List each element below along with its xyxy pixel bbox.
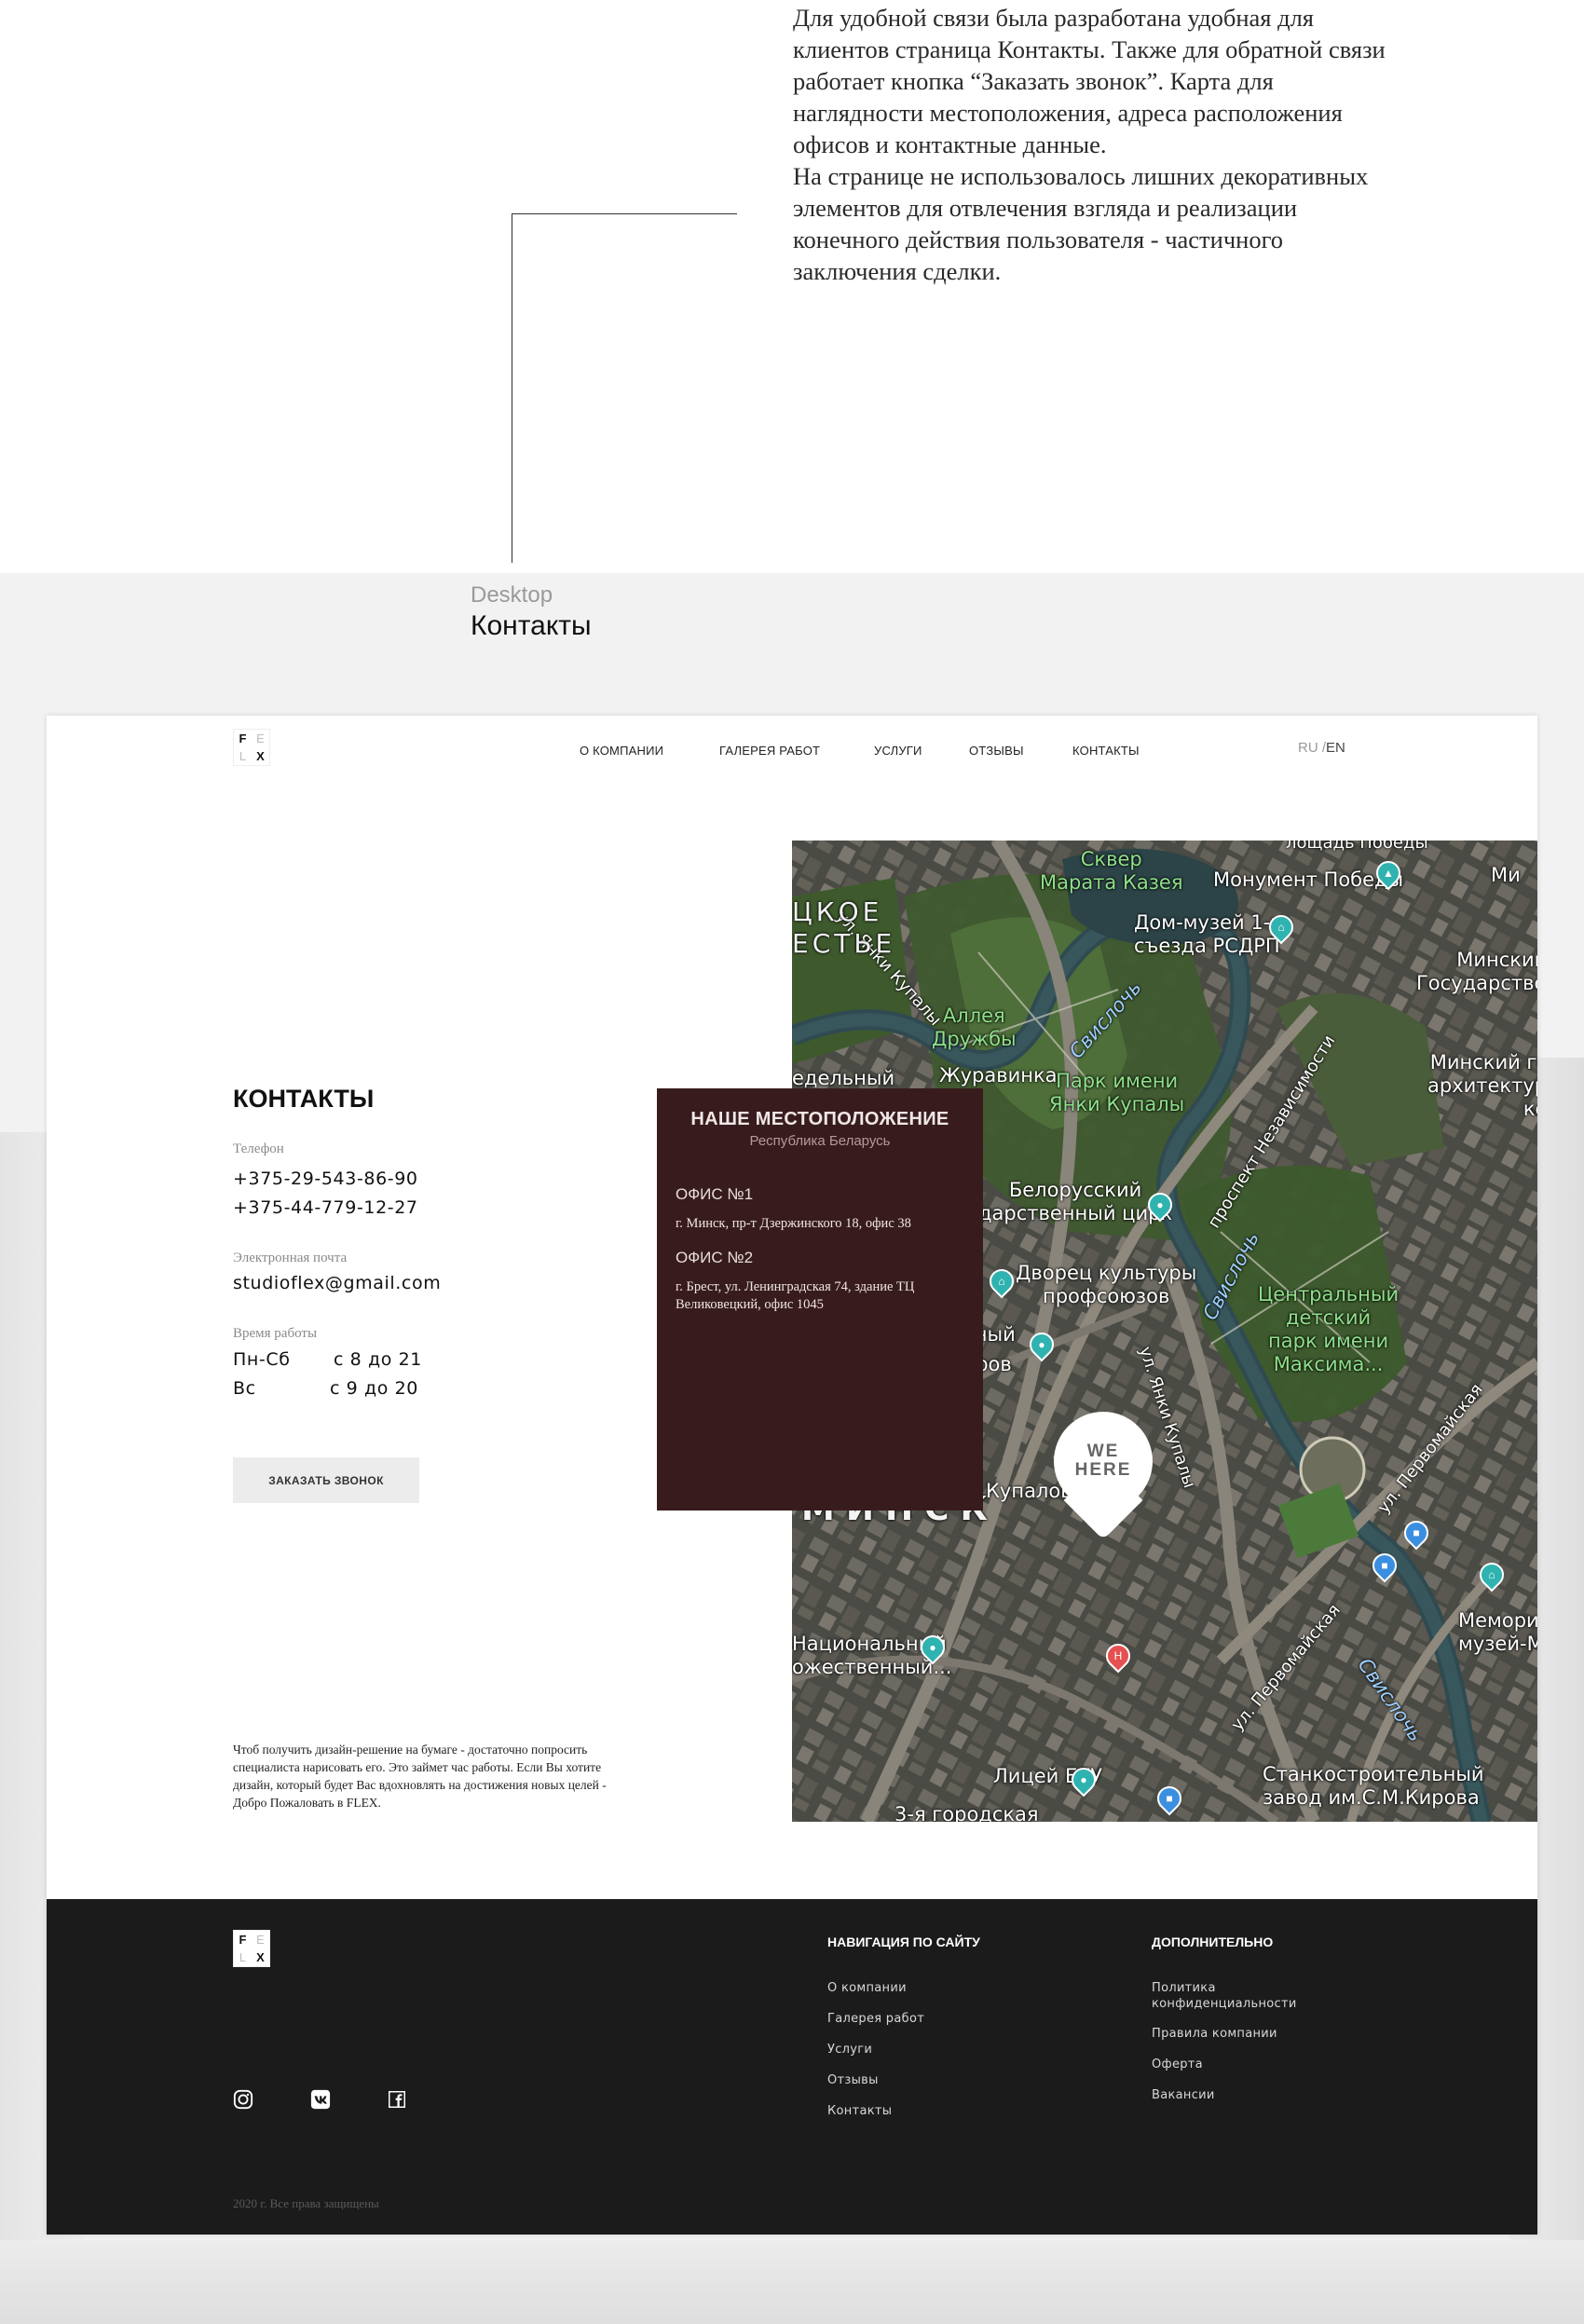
footer-nav-gallery[interactable]: Галерея работ <box>827 2011 1014 2027</box>
office-2-address: г. Брест, ул. Ленинградская 74, здание Т… <box>676 1279 915 1312</box>
map-pin-icon: ● <box>929 1641 936 1654</box>
logo-letter-l: L <box>239 1950 247 1964</box>
hours-label: Время работы <box>233 1326 318 1341</box>
phone-1[interactable]: +375-29-543-86-90 <box>233 1169 418 1189</box>
map-pin-icon: ■ <box>1381 1559 1388 1572</box>
map-pin-icon: ■ <box>1166 1792 1173 1805</box>
hours-time-1: с 8 до 21 <box>334 1349 422 1370</box>
map-pin-icon: ⌂ <box>1488 1568 1495 1581</box>
footer-privacy-policy[interactable]: Политика конфиденциальности <box>1152 1980 1329 2012</box>
map-label-edelny: едельный <box>792 1067 895 1089</box>
footer-nav-reviews[interactable]: Отзывы <box>827 2072 1014 2088</box>
lang-separator: / <box>1318 740 1327 756</box>
map-pin-icon: ⌂ <box>1277 921 1285 934</box>
vk-icon[interactable] <box>310 2089 331 2110</box>
map-label-park-kupaly: Парк имени Янки Купалы <box>1049 1070 1185 1115</box>
footer-nav-services[interactable]: Услуги <box>827 2042 1014 2057</box>
intro-paragraph-2: На странице не использовалось лишних дек… <box>793 162 1369 285</box>
location-card: НАШЕ МЕСТОПОЛОЖЕНИЕ Республика Беларусь … <box>657 1088 983 1511</box>
map-label-zhuravinka: Журавинка <box>939 1064 1058 1087</box>
website-mockup: F E L X О КОМПАНИИ ГАЛЕРЕЯ РАБОТ УСЛУГИ … <box>47 716 1537 2235</box>
map-label-pobedy: лощадь Победы <box>1286 841 1428 853</box>
decor-line-horizontal <box>512 213 737 214</box>
nav-item-contacts[interactable]: КОНТАКТЫ <box>1072 744 1140 758</box>
intro-paragraph-1: Для удобной связи была разработана удобн… <box>793 4 1386 158</box>
hours-days-2: Вс <box>233 1378 256 1399</box>
map-pin-icon: ▲ <box>1383 867 1394 880</box>
map-pin-icon: ■ <box>1413 1526 1420 1539</box>
map-label-mi: Ми <box>1491 864 1521 886</box>
map-label-alley: Аллея Дружбы <box>932 1005 1017 1050</box>
nav-item-gallery[interactable]: ГАЛЕРЕЯ РАБОТ <box>719 744 820 758</box>
we-here-line-2: HERE <box>1074 1460 1132 1480</box>
footer-nav-title: НАВИГАЦИЯ ПО САЙТУ <box>827 1934 980 1949</box>
footer-extra-title: ДОПОЛНИТЕЛЬНО <box>1152 1934 1274 1949</box>
phone-label: Телефон <box>233 1141 284 1156</box>
map-label-district: ЦКОЕ ЕСТЬЕ <box>792 896 896 959</box>
footer-nav-about[interactable]: О компании <box>827 1980 1014 1996</box>
map-label-memorial: Мемориа музей-Мас <box>1458 1609 1537 1655</box>
footer-logo[interactable]: F E L X <box>233 1930 270 1967</box>
lang-en[interactable]: EN <box>1326 740 1345 756</box>
nav-item-about[interactable]: О КОМПАНИИ <box>580 744 663 758</box>
footer-offer[interactable]: Оферта <box>1152 2057 1338 2072</box>
footer-company-rules[interactable]: Правила компании <box>1152 2026 1338 2042</box>
office-1-title: ОФИС №1 <box>676 1185 754 1203</box>
footer-nav-contacts[interactable]: Контакты <box>827 2103 1014 2119</box>
intro-text: Для удобной связи была разработана удобн… <box>793 2 1408 287</box>
we-here-marker[interactable]: WE HERE <box>1054 1412 1153 1511</box>
contacts-title: КОНТАКТЫ <box>233 1085 375 1113</box>
map-label-house-museum: Дом-музей 1-го съезда РСДРП <box>1134 911 1292 957</box>
map-label-central-park: Центральный детский парк имени Максима..… <box>1258 1283 1400 1375</box>
office-1-address: г. Минск, пр-т Дзержинского 18, офис 38 <box>676 1216 911 1231</box>
map-pin-icon: H <box>1113 1649 1123 1662</box>
we-here-line-1: WE <box>1086 1442 1120 1461</box>
hours-row-2: Вс с 9 до 20 <box>233 1378 417 1399</box>
map-label-circus: Белорусский дарственный цирк <box>978 1179 1173 1224</box>
section-label: Desktop <box>471 582 553 608</box>
logo-letter-e: E <box>256 1933 265 1947</box>
map-label-dvorets: Дворец культуры профсоюзов <box>1016 1262 1197 1307</box>
logo-letter-f: F <box>239 1933 247 1947</box>
logo-letter-x: X <box>256 1950 265 1964</box>
copyright: 2020 г. Все права защищены <box>233 2196 379 2210</box>
map-pin-icon: ● <box>1080 1773 1087 1786</box>
phone-2[interactable]: +375-44-779-12-27 <box>233 1197 418 1218</box>
map-label-minsk-gos: Минский Государственны <box>1416 949 1537 994</box>
language-switcher: RU /EN <box>1298 740 1345 756</box>
instagram-icon[interactable] <box>233 2089 253 2110</box>
location-subtitle: Республика Беларусь <box>749 1133 891 1149</box>
facebook-icon[interactable] <box>387 2089 407 2110</box>
map-label-skver: Сквер Марата Казея <box>1040 848 1182 895</box>
email-label: Электронная почта <box>233 1251 348 1265</box>
map-label-stanko-zavod: Станкостроительный завод им.С.М.Кирова <box>1263 1763 1484 1809</box>
map-label-skver-text: Сквер Марата Казея <box>1040 848 1183 894</box>
hours-row-1: Пн-Сб с 8 до 21 <box>233 1349 421 1370</box>
order-call-button[interactable]: ЗАКАЗАТЬ ЗВОНОК <box>233 1457 419 1503</box>
company-blurb: Чтоб получить дизайн-решение на бумаге -… <box>233 1743 607 1810</box>
map-label-gorodskaya: 3-я городская <box>894 1803 1039 1822</box>
nav-item-services[interactable]: УСЛУГИ <box>874 744 922 758</box>
footer-vacancies[interactable]: Вакансии <box>1152 2087 1338 2103</box>
hours-time-2: с 9 до 20 <box>330 1378 418 1399</box>
map-label-architect-college: Минский гос архитектурн кол <box>1427 1051 1537 1120</box>
map-pin-icon: ⌂ <box>998 1275 1005 1288</box>
map-pin-icon: ● <box>1156 1198 1164 1211</box>
office-2-title: ОФИС №2 <box>676 1249 754 1266</box>
site-footer: F E L X НАВИГАЦИЯ ПО САЙТУ О компании Га… <box>47 1899 1537 2235</box>
section-title: Контакты <box>471 610 592 641</box>
location-title: НАШЕ МЕСТОПОЛОЖЕНИЕ <box>690 1109 949 1129</box>
nav-item-reviews[interactable]: ОТЗЫВЫ <box>969 744 1024 758</box>
hours-days-1: Пн-Сб <box>233 1349 291 1370</box>
map-pin-icon: ● <box>1038 1338 1045 1351</box>
email-value[interactable]: studioflex@gmail.com <box>233 1273 441 1293</box>
background-decor-bottom <box>0 2240 1584 2324</box>
lang-ru[interactable]: RU <box>1298 740 1318 756</box>
